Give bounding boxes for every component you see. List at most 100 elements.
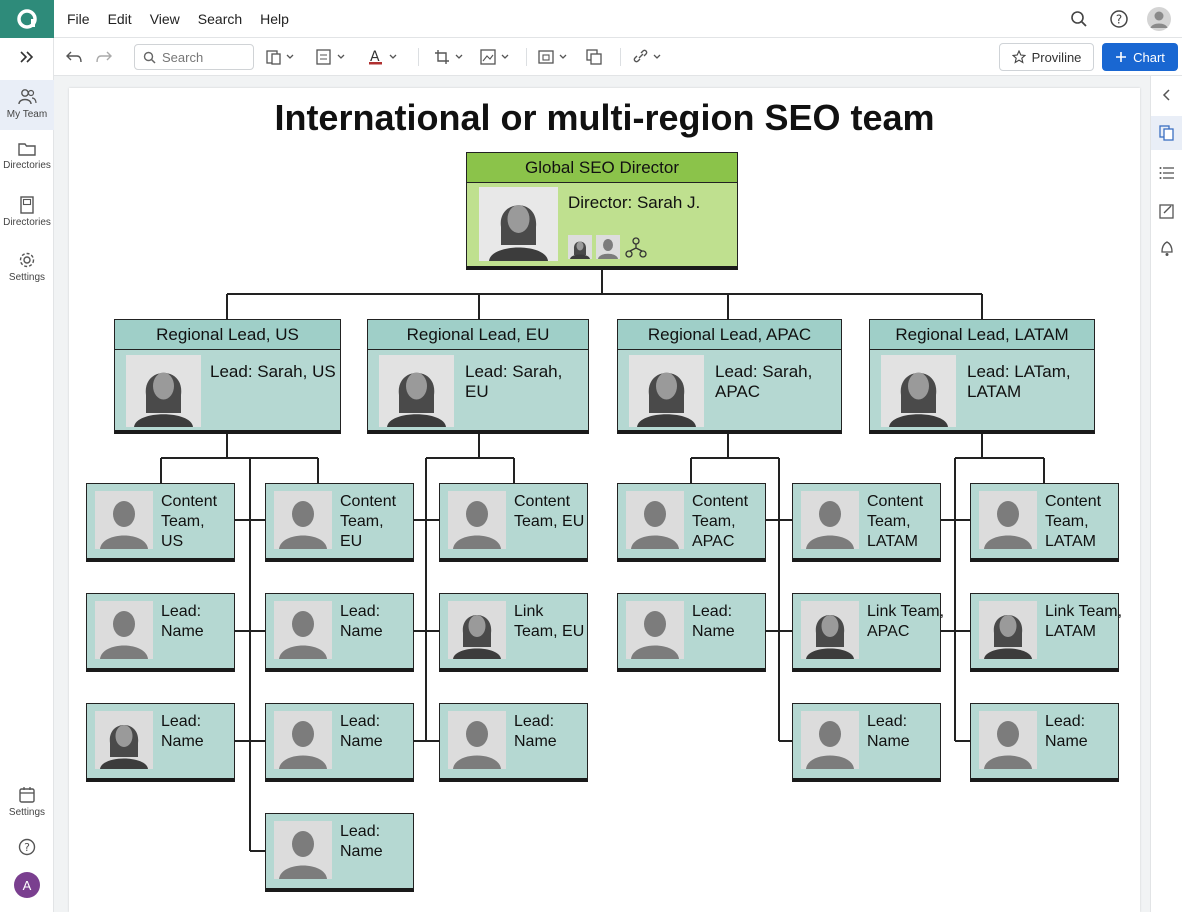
card-text: Link Team, LATAM — [1045, 603, 1123, 640]
org-card-team[interactable]: Lead: Name — [970, 703, 1119, 782]
card-text: Lead: Name — [340, 713, 383, 750]
card-text: Lead: Name — [340, 823, 383, 860]
card-text: Link Team, APAC — [867, 603, 945, 640]
app-logo[interactable] — [0, 0, 54, 38]
org-card-team[interactable]: Content Team, EU — [265, 483, 414, 562]
card-text: Content Team, APAC — [692, 493, 749, 550]
card-text: Lead: Name — [161, 713, 204, 750]
toolbar-divider — [620, 48, 621, 66]
plus-icon — [1116, 52, 1127, 62]
org-card-team[interactable]: Content Team, LATAM — [792, 483, 941, 562]
search-input[interactable] — [162, 49, 242, 65]
proviline-button[interactable]: Proviline — [999, 43, 1094, 71]
link-icon[interactable] — [632, 44, 666, 70]
proviline-label: Proviline — [1031, 49, 1082, 65]
user-avatar[interactable]: A — [0, 872, 54, 900]
sidebar-item-settings-bottom[interactable]: Settings — [0, 786, 54, 826]
male-avatar-icon — [979, 711, 1037, 769]
org-card-team[interactable]: Lead: Name — [265, 813, 414, 892]
male-avatar-icon — [274, 601, 332, 659]
redo-icon[interactable] — [96, 44, 112, 70]
search-icon[interactable] — [1066, 6, 1092, 32]
card-text: Lead: Name — [1045, 713, 1088, 750]
male-avatar-icon — [274, 821, 332, 879]
male-avatar-icon — [448, 491, 506, 549]
male-avatar-icon — [95, 601, 153, 659]
org-card-team[interactable]: Link Team, APAC — [792, 593, 944, 672]
svg-text:?: ? — [1116, 13, 1122, 27]
org-card-team[interactable]: Content Team, US — [86, 483, 235, 562]
layout-icon[interactable] — [538, 44, 570, 70]
card-text: Lead: Name — [340, 603, 383, 640]
copy-icon[interactable] — [586, 44, 604, 70]
user-avatar-icon[interactable] — [1146, 6, 1172, 32]
org-card-team[interactable]: Lead: Name — [617, 593, 766, 672]
org-card-team[interactable]: Content Team, LATAM — [970, 483, 1119, 562]
help-button[interactable]: ? — [0, 838, 54, 862]
menu-help[interactable]: Help — [251, 11, 298, 27]
calendar-icon — [19, 787, 35, 803]
sidebar-item-directories[interactable]: Directories — [0, 141, 54, 181]
paste-format-icon[interactable] — [266, 44, 296, 70]
pages-icon[interactable] — [1151, 116, 1182, 150]
org-card-regional-lead-eu[interactable]: Regional Lead, EU Lead: Sarah, EU — [367, 319, 589, 434]
card-text: Content Team, US — [161, 493, 218, 550]
card-text: Lead: Name — [514, 713, 557, 750]
org-card-team[interactable]: Lead: Name — [86, 593, 235, 672]
toolbar-divider — [526, 48, 527, 66]
sidebar-item-label: Settings — [8, 807, 46, 818]
female-avatar-icon — [126, 355, 201, 427]
card-person-text: Director: Sarah J. — [568, 193, 701, 212]
org-structure-icon[interactable] — [625, 237, 647, 259]
sidebar-item-directories-2[interactable]: Directories — [0, 196, 54, 236]
menu-view[interactable]: View — [141, 11, 189, 27]
toolbar-divider — [418, 48, 419, 66]
help-icon[interactable]: ? — [1106, 6, 1132, 32]
org-card-regional-lead-apac[interactable]: Regional Lead, APAC Lead: Sarah, APAC — [617, 319, 842, 434]
card-text: Lead: Name — [692, 603, 735, 640]
gear-icon — [19, 252, 35, 268]
org-card-team[interactable]: Lead: Name — [265, 593, 414, 672]
help-circle-icon: ? — [18, 838, 36, 856]
female-avatar-icon — [979, 601, 1037, 659]
org-card-regional-lead-latam[interactable]: Regional Lead, LATAM Lead: LATam, LATAM — [869, 319, 1095, 434]
crop-icon[interactable] — [434, 44, 466, 70]
image-icon[interactable] — [480, 44, 512, 70]
collapse-panel-icon[interactable] — [1151, 78, 1182, 112]
male-avatar-icon — [626, 491, 684, 549]
org-card-team[interactable]: Link Team, EU — [439, 593, 588, 672]
org-card-team[interactable]: Content Team, EU — [439, 483, 588, 562]
org-card-regional-lead-us[interactable]: Regional Lead, US Lead: Sarah, US — [114, 319, 341, 434]
card-header: Regional Lead, APAC — [618, 320, 841, 350]
search-field[interactable] — [134, 44, 254, 70]
org-card-team[interactable]: Link Team, LATAM — [970, 593, 1122, 672]
edit-icon[interactable] — [1151, 194, 1182, 228]
org-card-team[interactable]: Lead: Name — [792, 703, 941, 782]
list-icon[interactable] — [1151, 156, 1182, 190]
search-icon — [143, 51, 156, 64]
menu-search[interactable]: Search — [189, 11, 251, 27]
text-color-icon[interactable]: A — [368, 44, 400, 70]
card-text: Link Team, EU — [514, 603, 585, 640]
sidebar-item-my-team[interactable]: My Team — [0, 80, 54, 130]
org-card-team[interactable]: Content Team, APAC — [617, 483, 766, 562]
menu-file[interactable]: File — [58, 11, 99, 27]
sidebar-item-label: My Team — [6, 109, 48, 120]
org-card-team[interactable]: Lead: Name — [265, 703, 414, 782]
card-header: Global SEO Director — [467, 153, 737, 183]
sidebar-item-label: Directories — [3, 217, 51, 228]
expand-sidebar-button[interactable] — [0, 42, 54, 72]
notification-icon[interactable] — [1151, 232, 1182, 266]
card-text: Lead: Name — [161, 603, 204, 640]
sidebar-item-settings[interactable]: Settings — [0, 251, 54, 291]
male-avatar-icon — [274, 711, 332, 769]
menu-edit[interactable]: Edit — [99, 11, 141, 27]
female-avatar-icon — [568, 235, 592, 259]
undo-icon[interactable] — [66, 44, 82, 70]
org-card-team[interactable]: Lead: Name — [86, 703, 235, 782]
add-chart-button[interactable]: Chart — [1102, 43, 1178, 71]
align-icon[interactable] — [316, 44, 348, 70]
org-card-director[interactable]: Global SEO Director Director: Sarah J. — [466, 152, 738, 270]
male-avatar-icon — [979, 491, 1037, 549]
org-card-team[interactable]: Lead: Name — [439, 703, 588, 782]
